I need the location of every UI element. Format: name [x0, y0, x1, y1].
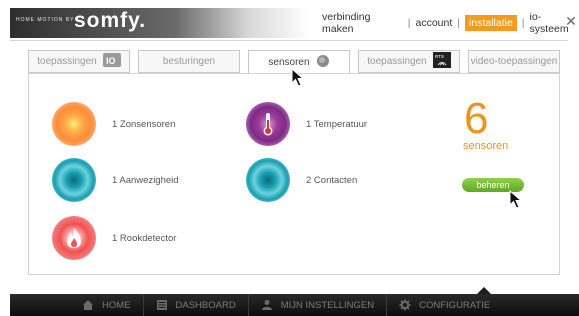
- sensor-label: 2 Contacten: [306, 174, 358, 186]
- brand-tagline: HOME MOTION BY: [16, 17, 75, 23]
- tab-applications[interactable]: toepassingen IO: [28, 50, 130, 73]
- presence-sensor-icon: [52, 158, 96, 202]
- smoke-detector-icon: [52, 216, 96, 260]
- svg-text:RTS: RTS: [435, 54, 444, 59]
- nav-separator: |: [457, 17, 461, 29]
- user-icon: [261, 300, 272, 310]
- bottom-nav-label: CONFIGURATIE: [419, 299, 491, 311]
- sensor-label: 1 Aanwezigheid: [112, 174, 179, 186]
- home-icon: [83, 300, 93, 310]
- nav-account[interactable]: account: [416, 17, 453, 29]
- thermometer-icon: [246, 102, 290, 146]
- bottom-navigation: HOME DASHBOARD MIJN INSTELLINGEN CONFIGU…: [10, 294, 579, 316]
- dashboard-icon: [156, 300, 167, 310]
- bottom-nav-label: HOME: [102, 299, 131, 311]
- header-logo-bar: [10, 8, 310, 38]
- nav-installation[interactable]: installatie: [465, 15, 517, 31]
- sensor-dot-icon: [316, 54, 330, 71]
- sensor-item-sun[interactable]: 1 Zonsensoren: [52, 102, 175, 146]
- nav-separator: |: [407, 17, 411, 29]
- tab-rts-applications[interactable]: toepassingen RTS: [358, 50, 460, 73]
- top-navigation: verbinding maken | account | installatie…: [322, 11, 579, 35]
- gear-icon: [399, 299, 411, 311]
- header-divider: [10, 40, 568, 41]
- io-badge-icon: IO: [102, 53, 121, 70]
- bottom-nav-label: MIJN INSTELLINGEN: [280, 299, 375, 311]
- tab-label: besturingen: [162, 56, 216, 67]
- rts-badge-icon: RTS: [432, 52, 451, 71]
- sensor-label: 1 Zonsensoren: [112, 118, 176, 130]
- sun-sensor-icon: [52, 102, 96, 146]
- sensor-count: 6: [464, 94, 489, 143]
- sensor-item-contacts[interactable]: 2 Contacten: [246, 158, 357, 202]
- bottom-nav-home[interactable]: HOME: [70, 294, 144, 316]
- sensor-item-temperature[interactable]: 1 Temperatuur: [246, 102, 367, 146]
- tab-controls[interactable]: besturingen: [138, 50, 240, 73]
- sensor-label: 1 Rookdetector: [112, 232, 177, 244]
- mouse-cursor-icon: [509, 190, 523, 209]
- bottom-nav-dashboard[interactable]: DASHBOARD: [144, 294, 249, 316]
- sensor-item-smoke[interactable]: 1 Rookdetector: [52, 216, 176, 260]
- tab-label: toepassingen: [367, 56, 427, 67]
- nav-connect[interactable]: verbinding maken: [322, 11, 403, 35]
- tab-label: toepassingen: [37, 56, 97, 67]
- bottom-nav-label: DASHBOARD: [175, 299, 236, 311]
- tab-video-applications[interactable]: video-toepassingen: [468, 50, 560, 73]
- close-icon[interactable]: ✕: [564, 14, 578, 28]
- bottom-nav-my-settings[interactable]: MIJN INSTELLINGEN: [249, 294, 388, 316]
- svg-text:IO: IO: [106, 56, 116, 66]
- sensor-item-presence[interactable]: 1 Aanwezigheid: [52, 158, 179, 202]
- tab-label: video-toepassingen: [470, 56, 558, 67]
- sensor-count-label: sensoren: [463, 140, 509, 152]
- contact-sensor-icon: [246, 158, 290, 202]
- mouse-cursor-icon: [291, 68, 305, 87]
- tab-label: sensoren: [268, 57, 310, 68]
- brand-logo: somfy.: [74, 9, 147, 32]
- bottom-nav-configuration[interactable]: CONFIGURATIE: [387, 294, 502, 316]
- sensor-label: 1 Temperatuur: [306, 118, 368, 130]
- nav-separator: |: [521, 17, 525, 29]
